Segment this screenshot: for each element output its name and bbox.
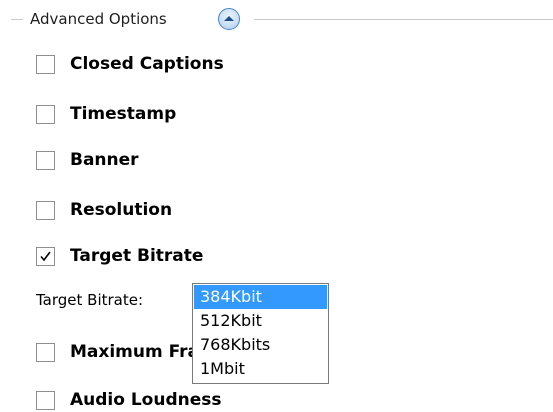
resolution-checkbox[interactable] [36,200,55,220]
option-timestamp[interactable]: Timestamp [36,102,176,126]
closed-captions-label: Closed Captions [70,54,224,74]
dropdown-option-768kbits[interactable]: 768Kbits [194,333,327,357]
option-resolution[interactable]: Resolution [36,198,172,222]
target-bitrate-dropdown-list[interactable]: 384Kbit 512Kbit 768Kbits 1Mbit [192,283,329,384]
dropdown-option-512kbit[interactable]: 512Kbit [194,309,327,333]
group-divider-right [254,19,553,20]
banner-label: Banner [70,150,139,170]
group-title: Advanced Options [30,10,167,28]
maximum-frame-latency-checkbox[interactable] [36,342,55,362]
group-divider-left [11,19,23,20]
target-bitrate-field-label: Target Bitrate: [36,291,144,309]
checkmark-icon [40,251,51,261]
option-closed-captions[interactable]: Closed Captions [36,52,224,76]
option-banner[interactable]: Banner [36,148,139,172]
audio-loudness-checkbox[interactable] [36,390,55,410]
target-bitrate-checkbox[interactable] [36,246,55,266]
chevron-up-icon [224,16,234,21]
collapse-toggle-button[interactable] [218,8,240,30]
option-audio-loudness[interactable]: Audio Loudness [36,388,222,412]
timestamp-checkbox[interactable] [36,104,55,124]
dropdown-option-384kbit[interactable]: 384Kbit [194,285,327,309]
dropdown-option-1mbit[interactable]: 1Mbit [194,357,327,381]
target-bitrate-label: Target Bitrate [70,246,204,266]
banner-checkbox[interactable] [36,150,55,170]
timestamp-label: Timestamp [70,104,177,124]
audio-loudness-label: Audio Loudness [70,390,222,410]
option-target-bitrate[interactable]: Target Bitrate [36,244,203,268]
closed-captions-checkbox[interactable] [36,54,55,74]
resolution-label: Resolution [70,200,173,220]
